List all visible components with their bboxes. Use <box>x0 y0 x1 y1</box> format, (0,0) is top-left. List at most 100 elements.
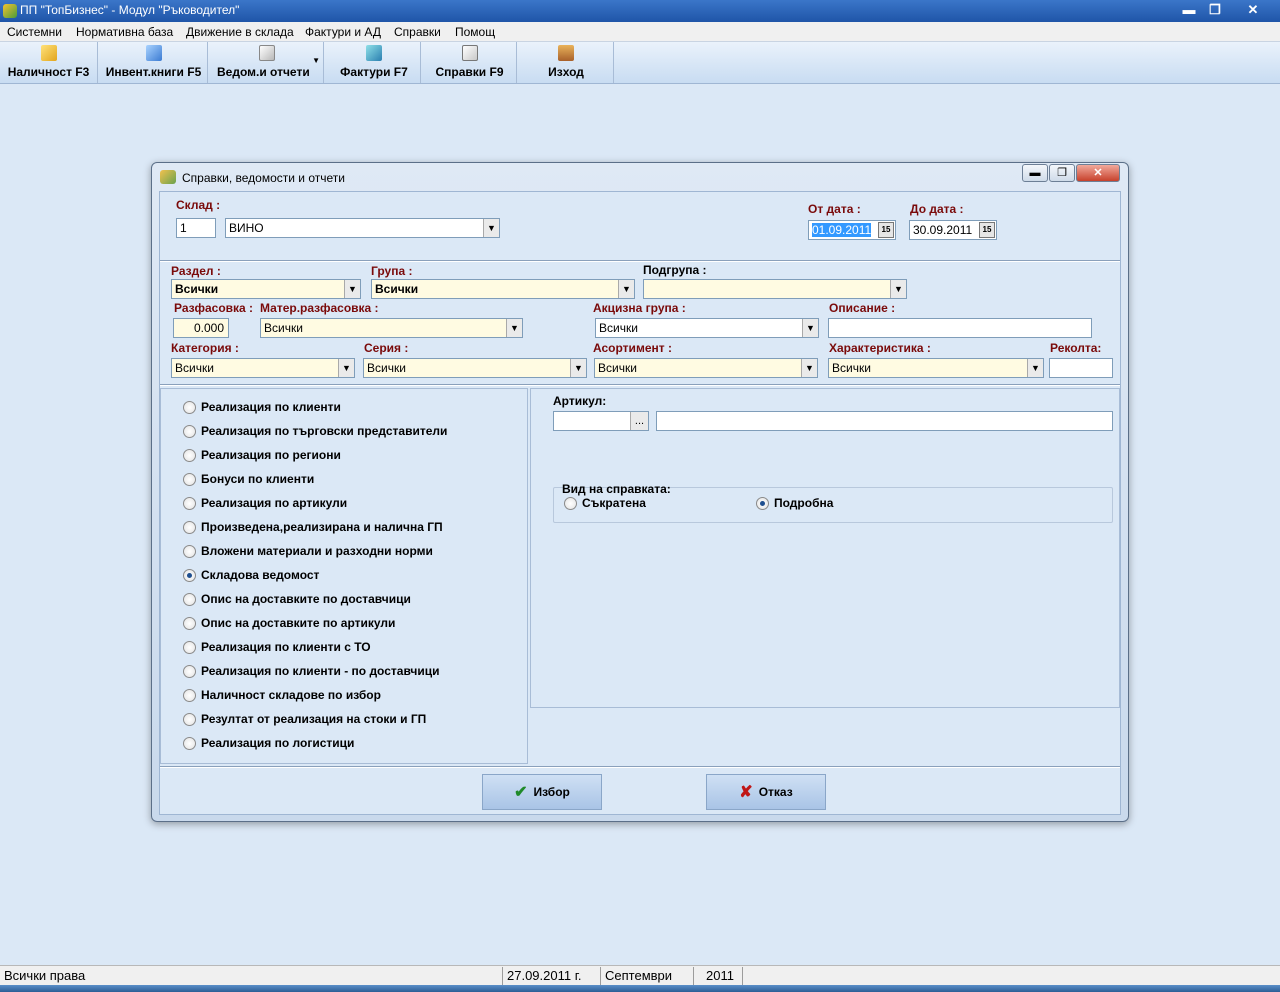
excise-group-label: Акцизна група : <box>593 301 686 315</box>
menu-help[interactable]: Помощ <box>455 25 495 39</box>
report-type-groupbox: Вид на справката: Съкратена Подробна <box>553 482 1113 523</box>
harvest-input[interactable] <box>1049 358 1113 378</box>
category-label: Категория : <box>171 341 239 355</box>
taskbar <box>0 985 1280 992</box>
chevron-down-icon[interactable]: ▼ <box>890 280 906 298</box>
divider <box>160 384 1120 386</box>
date-from-label: От дата : <box>808 202 861 216</box>
radio-button[interactable] <box>183 689 196 702</box>
subgroup-select[interactable]: ▼ <box>643 279 907 299</box>
chevron-down-icon[interactable]: ▼ <box>802 319 818 337</box>
radio-button[interactable] <box>183 401 196 414</box>
packing-label: Разфасовка : <box>174 301 254 315</box>
warehouse-select[interactable]: ВИНО ▼ <box>225 218 500 238</box>
material-packing-select[interactable]: Всички ▼ <box>260 318 523 338</box>
browse-button[interactable]: ... <box>630 412 648 430</box>
cancel-button[interactable]: ✘ Отказ <box>706 774 826 810</box>
radio-button[interactable] <box>183 449 196 462</box>
characteristic-select[interactable]: Всички ▼ <box>828 358 1044 378</box>
date-to-label: До дата : <box>910 202 964 216</box>
radio-button[interactable] <box>183 665 196 678</box>
radio-button[interactable] <box>183 473 196 486</box>
close-button[interactable]: ✕ <box>1242 1 1264 19</box>
warehouse-code-input[interactable]: 1 <box>176 218 216 238</box>
series-select[interactable]: Всички ▼ <box>363 358 587 378</box>
toolbar-availability-button[interactable]: Наличност F3 <box>0 42 98 83</box>
packing-input[interactable]: 0.000 <box>173 318 229 338</box>
toolbar-queries-button[interactable]: Справки F9 <box>423 42 517 83</box>
radio-button[interactable] <box>183 641 196 654</box>
date-from-input[interactable]: 01.09.2011 15 <box>808 220 896 240</box>
chevron-down-icon[interactable]: ▼ <box>801 359 817 377</box>
chevron-down-icon[interactable]: ▼ <box>618 280 634 298</box>
radio-button-selected[interactable] <box>756 497 769 510</box>
radio-button[interactable] <box>183 497 196 510</box>
section-label: Раздел : <box>171 264 221 278</box>
article-label: Артикул: <box>553 394 607 408</box>
series-label: Серия : <box>364 341 409 355</box>
assortment-label: Асортимент : <box>593 341 672 355</box>
status-empty <box>742 967 1280 985</box>
radio-button[interactable] <box>183 545 196 558</box>
chevron-down-icon[interactable]: ▼ <box>483 219 499 237</box>
dialog-title: Справки, ведомости и отчети <box>182 171 345 185</box>
menu-invoices[interactable]: Фактури и АД <box>305 25 381 39</box>
chevron-down-icon[interactable]: ▼ <box>570 359 586 377</box>
harvest-label: Реколта: <box>1050 341 1102 355</box>
category-select[interactable]: Всички ▼ <box>171 358 355 378</box>
chevron-down-icon[interactable]: ▼ <box>338 359 354 377</box>
chevron-down-icon[interactable]: ▼ <box>1027 359 1043 377</box>
cross-icon: ✘ <box>739 784 753 801</box>
radio-button[interactable] <box>564 497 577 510</box>
select-button[interactable]: ✔ Избор <box>482 774 602 810</box>
warehouse-label: Склад : <box>176 198 221 212</box>
maximize-button[interactable]: ❐ <box>1204 1 1226 19</box>
query-icon <box>461 45 478 61</box>
dropdown-arrow-icon[interactable]: ▼ <box>312 56 320 65</box>
minimize-button[interactable]: ▬ <box>1178 1 1200 19</box>
radio-button[interactable] <box>183 737 196 750</box>
radio-button-selected[interactable] <box>183 569 196 582</box>
reports-dialog: Справки, ведомости и отчети ▬ ❐ ✕ Склад … <box>151 162 1129 822</box>
calendar-icon[interactable]: 15 <box>878 222 894 238</box>
date-to-input[interactable]: 30.09.2011 15 <box>909 220 997 240</box>
excise-group-select[interactable]: Всички ▼ <box>595 318 819 338</box>
menu-bar: Системни Нормативна база Движение в скла… <box>0 22 1280 42</box>
menu-warehouse-movement[interactable]: Движение в склада <box>186 25 294 39</box>
calendar-icon[interactable]: 15 <box>979 222 995 238</box>
toolbar-inventory-books-button[interactable]: Инвент.книги F5 <box>100 42 208 83</box>
status-year: 2011 <box>693 967 741 985</box>
chevron-down-icon[interactable]: ▼ <box>506 319 522 337</box>
dialog-close-button[interactable]: ✕ <box>1076 164 1120 182</box>
radio-button[interactable] <box>183 593 196 606</box>
assortment-select[interactable]: Всички ▼ <box>594 358 818 378</box>
menu-normative-base[interactable]: Нормативна база <box>76 25 173 39</box>
exit-icon <box>558 45 574 61</box>
toolbar-exit-button[interactable]: Изход <box>519 42 614 83</box>
radio-button[interactable] <box>183 713 196 726</box>
menu-reports[interactable]: Справки <box>394 25 441 39</box>
menu-system[interactable]: Системни <box>7 25 62 39</box>
radio-button[interactable] <box>183 521 196 534</box>
article-code-input[interactable]: ... <box>553 411 649 431</box>
section-select[interactable]: Всички ▼ <box>171 279 361 299</box>
status-month: Септември <box>600 967 692 985</box>
group-label: Група : <box>371 264 413 278</box>
toolbar-invoices-button[interactable]: Фактури F7 <box>328 42 421 83</box>
radio-button[interactable] <box>183 425 196 438</box>
status-date: 27.09.2011 г. <box>502 967 599 985</box>
divider <box>160 260 1120 262</box>
chevron-down-icon[interactable]: ▼ <box>344 280 360 298</box>
group-select[interactable]: Всички ▼ <box>371 279 635 299</box>
status-rights: Всички права <box>4 968 86 983</box>
documents-icon <box>40 45 57 61</box>
article-name-input[interactable] <box>656 411 1113 431</box>
report-icon <box>258 45 275 61</box>
dialog-minimize-button[interactable]: ▬ <box>1022 164 1048 182</box>
radio-button[interactable] <box>183 617 196 630</box>
app-icon <box>3 4 17 18</box>
toolbar-statements-button[interactable]: Ведом.и отчети ▼ <box>210 42 324 83</box>
description-input[interactable] <box>828 318 1092 338</box>
checkmark-icon: ✔ <box>514 784 528 801</box>
dialog-maximize-button[interactable]: ❐ <box>1049 164 1075 182</box>
